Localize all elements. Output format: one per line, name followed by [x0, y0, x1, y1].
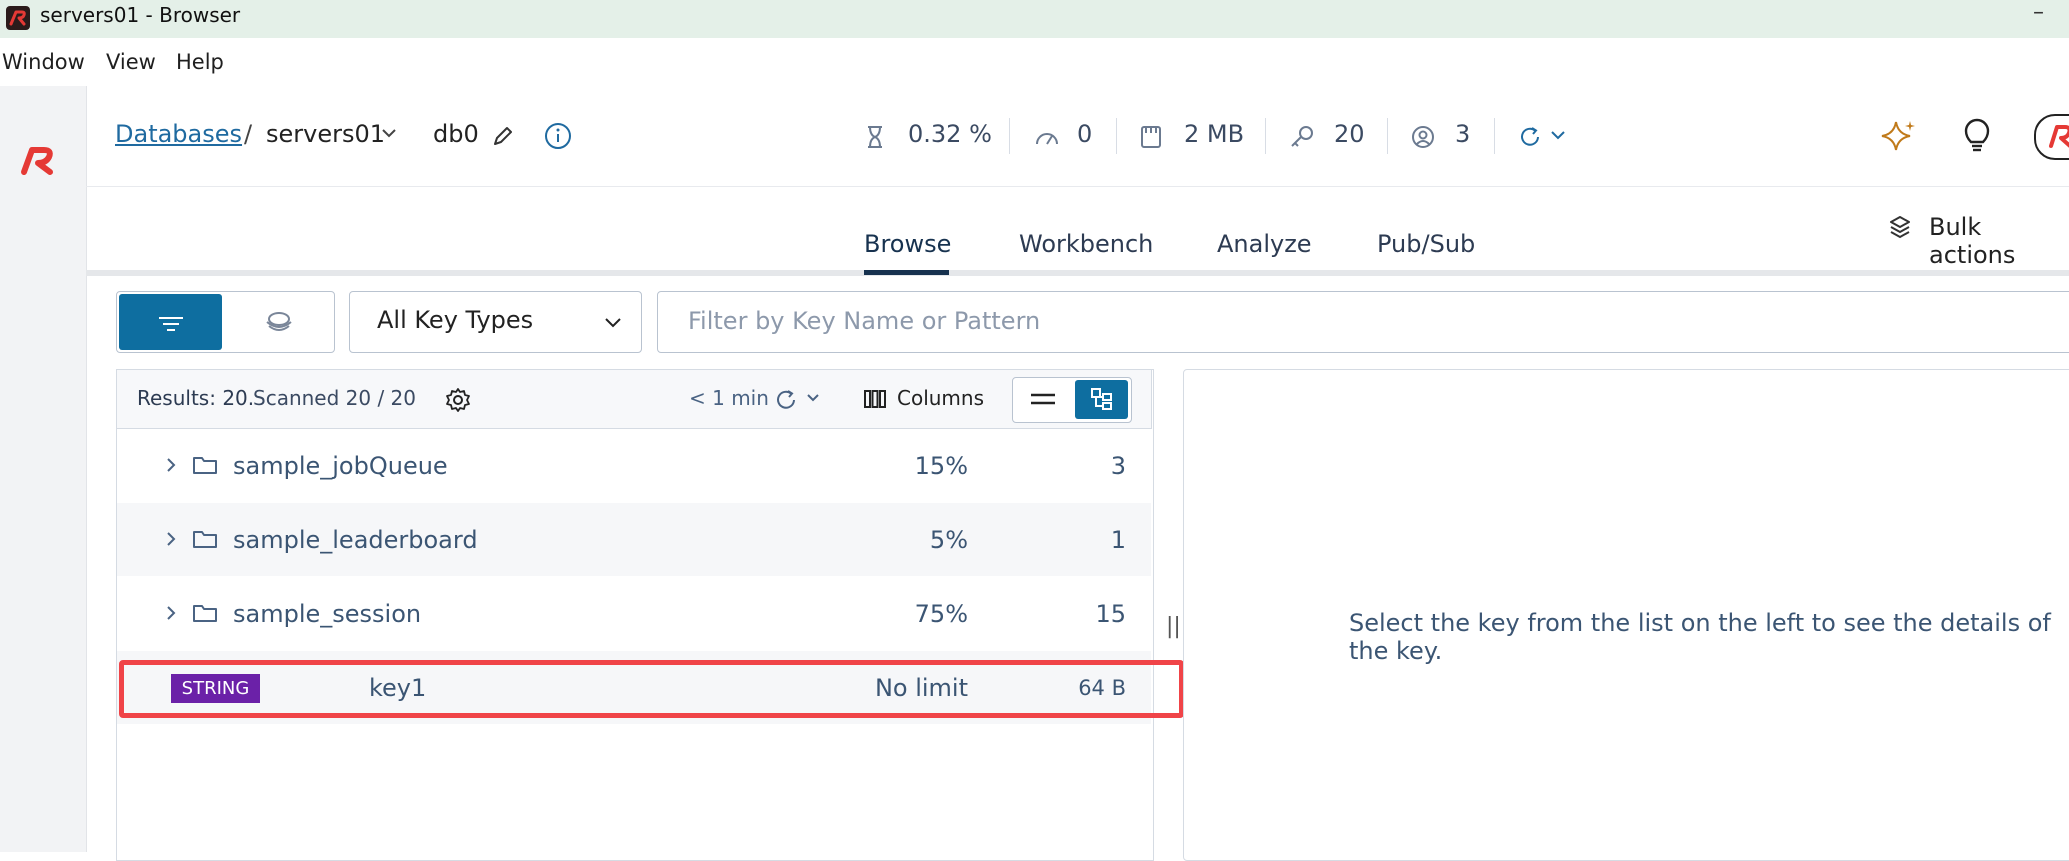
stat-divider	[1116, 118, 1117, 154]
tab-browse[interactable]: Browse	[864, 230, 951, 258]
db-index: db0	[433, 120, 479, 148]
folder-name: sample_jobQueue	[233, 452, 448, 480]
database-name[interactable]: servers01	[266, 120, 385, 148]
cpu-value: 0.32 %	[908, 120, 992, 148]
key-type-selected: All Key Types	[377, 306, 534, 334]
speedometer-icon	[1034, 126, 1060, 148]
tree-view-button[interactable]	[1075, 380, 1128, 419]
pencil-icon[interactable]	[491, 124, 515, 148]
memory-icon	[1139, 124, 1163, 150]
vector-search-mode-icon[interactable]	[262, 308, 296, 336]
folder-key-count: 1	[1110, 526, 1126, 554]
folder-icon	[192, 602, 218, 624]
window-title: servers01 - Browser	[40, 3, 241, 27]
chevron-down-icon[interactable]	[380, 126, 398, 140]
title-bar	[0, 0, 2069, 38]
stat-divider	[1387, 118, 1388, 154]
folder-icon	[192, 528, 218, 550]
header-divider	[86, 186, 2069, 187]
tabs-bottom-border	[86, 270, 2069, 276]
memory-value: 2 MB	[1184, 120, 1245, 148]
tab-analyze[interactable]: Analyze	[1217, 230, 1312, 258]
layers-icon[interactable]	[1888, 214, 1912, 240]
results-count: Results: 20.	[137, 386, 255, 410]
columns-button[interactable]: Columns	[897, 386, 984, 410]
menu-window[interactable]: Window	[2, 50, 85, 74]
scanned-count: Scanned 20 / 20	[253, 386, 417, 410]
gear-icon[interactable]	[445, 387, 471, 413]
key-icon	[1289, 124, 1315, 150]
stat-divider	[1009, 118, 1010, 154]
tab-pubsub[interactable]: Pub/Sub	[1377, 230, 1475, 258]
key-type-select[interactable]: All Key Types	[349, 291, 642, 353]
list-view-icon[interactable]	[1028, 388, 1058, 410]
chevron-down-icon	[605, 318, 621, 328]
stat-divider	[1265, 118, 1266, 154]
last-refresh-time: < 1 min	[689, 386, 769, 410]
selection-highlight	[119, 660, 1184, 718]
menu-view[interactable]: View	[106, 50, 156, 74]
panel-resize-handle[interactable]: ||	[1166, 614, 1181, 639]
info-icon[interactable]	[544, 122, 572, 150]
app-icon	[6, 6, 30, 30]
folder-icon	[192, 454, 218, 476]
redis-logo-icon[interactable]	[18, 142, 58, 178]
key-filter-field[interactable]	[657, 291, 2069, 353]
clients-value: 3	[1455, 120, 1471, 148]
lightbulb-icon[interactable]	[1962, 118, 1992, 154]
folder-percent: 75%	[914, 600, 968, 628]
details-empty-message: Select the key from the list on the left…	[1349, 609, 2051, 665]
chevron-right-icon[interactable]	[164, 604, 178, 622]
pattern-filter-mode-button[interactable]	[119, 294, 222, 350]
columns-icon[interactable]	[863, 387, 887, 411]
sparkle-copilot-icon[interactable]	[1880, 118, 1918, 156]
chevron-down-icon[interactable]	[1549, 128, 1567, 142]
left-rail	[0, 86, 87, 852]
user-icon	[1410, 124, 1436, 150]
menu-bar	[0, 38, 2069, 86]
ops-value: 0	[1077, 120, 1093, 148]
keys-value: 20	[1334, 120, 1365, 148]
chevron-down-icon[interactable]	[805, 392, 821, 404]
stat-divider	[1494, 118, 1495, 154]
folder-name: sample_session	[233, 600, 422, 628]
menu-help[interactable]: Help	[176, 50, 224, 74]
minimize-button[interactable]: –	[2033, 0, 2044, 25]
refresh-icon[interactable]	[1517, 124, 1543, 150]
bulk-actions-button[interactable]: Bulk actions	[1929, 213, 2069, 269]
refresh-icon[interactable]	[774, 388, 798, 412]
key-filter-input[interactable]	[658, 292, 1990, 350]
breadcrumb-databases-link[interactable]: Databases	[115, 120, 242, 148]
tab-workbench[interactable]: Workbench	[1019, 230, 1153, 258]
user-profile-button[interactable]	[2034, 114, 2069, 160]
chevron-right-icon[interactable]	[164, 456, 178, 474]
folder-percent: 15%	[914, 452, 968, 480]
folder-key-count: 15	[1095, 600, 1126, 628]
folder-key-count: 3	[1110, 452, 1126, 480]
cpu-icon	[862, 124, 888, 150]
folder-percent: 5%	[929, 526, 968, 554]
folder-name: sample_leaderboard	[233, 526, 478, 554]
breadcrumb-separator: /	[244, 120, 253, 148]
chevron-right-icon[interactable]	[164, 530, 178, 548]
active-tab-indicator	[864, 270, 949, 275]
